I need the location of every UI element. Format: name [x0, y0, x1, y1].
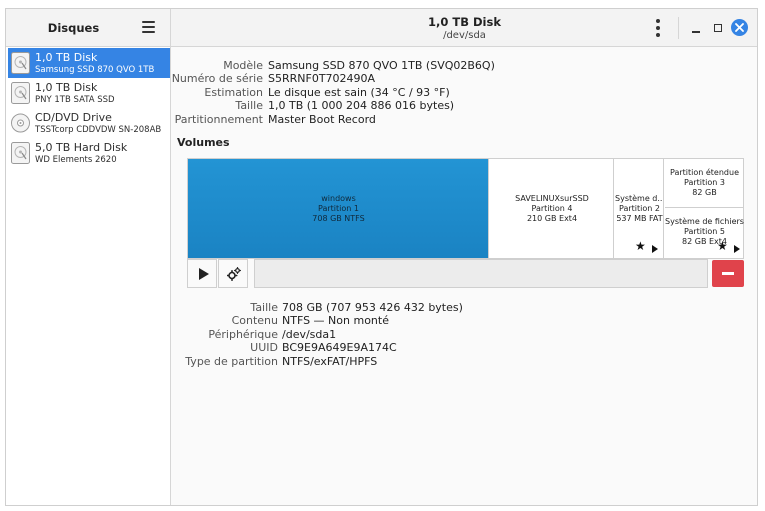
- boot-star-icon: ★: [717, 239, 728, 253]
- partitioning-value: Master Boot Record: [268, 113, 376, 126]
- partition-4-savelinux[interactable]: SAVELINUXsurSSD Partition 4 210 GB Ext4: [490, 159, 614, 258]
- disk-model: PNY 1TB SATA SSD: [35, 95, 115, 105]
- assessment-value: Le disque est sain (34 °C / 93 °F): [268, 86, 450, 99]
- header-bar: Disques 1,0 TB Disk /dev/sda: [6, 9, 757, 47]
- partition-type-label: Type de partition: [185, 355, 278, 368]
- serial-value: S5RRNF0T702490A: [268, 72, 376, 85]
- partition-name: Système d...: [615, 194, 664, 203]
- partition-3-extended[interactable]: Partition étendue Partition 3 82 GB: [665, 159, 744, 208]
- hard-disk-icon: [11, 82, 30, 104]
- partition-size: 708 GB NTFS: [312, 214, 365, 223]
- volumes-heading: Volumes: [177, 136, 230, 149]
- disk-name: 5,0 TB Hard Disk: [35, 141, 128, 154]
- disk-device-path: /dev/sda: [443, 30, 486, 41]
- partition-name: SAVELINUXsurSSD: [515, 194, 589, 203]
- partition-name: Système de fichiers: [665, 217, 744, 226]
- disk-details: Modèle Samsung SSD 870 QVO 1TB (SVQ02B6Q…: [172, 47, 757, 505]
- close-button[interactable]: [731, 19, 748, 36]
- partition-options-button[interactable]: [218, 259, 248, 288]
- partition-name: windows: [321, 194, 356, 203]
- assessment-label: Estimation: [204, 86, 263, 99]
- hamburger-menu-icon[interactable]: [142, 21, 156, 33]
- partition-size: 82 GB Ext4: [682, 237, 727, 246]
- disk-item-samsung[interactable]: 1,0 TB Disk Samsung SSD 870 QVO 1TB: [8, 48, 170, 78]
- serial-label: Numéro de série: [171, 72, 263, 85]
- boot-star-icon: ★: [635, 239, 646, 253]
- model-label: Modèle: [223, 59, 263, 72]
- maximize-button[interactable]: [708, 18, 728, 38]
- hard-disk-icon: [11, 52, 30, 74]
- delete-partition-button[interactable]: [712, 260, 744, 287]
- disk-name: 1,0 TB Disk: [35, 51, 98, 64]
- partition-1-windows[interactable]: windows Partition 1 708 GB NTFS: [188, 159, 489, 258]
- volume-uuid-label: UUID: [250, 341, 278, 354]
- partition-map: windows Partition 1 708 GB NTFS SAVELINU…: [187, 158, 744, 259]
- partition-number: Partition 4: [531, 204, 573, 213]
- disk-model: Samsung SSD 870 QVO 1TB: [35, 65, 155, 75]
- partition-size: 82 GB: [692, 188, 717, 197]
- partition-type-value: NTFS/exFAT/HPFS: [282, 355, 378, 368]
- sidebar-header: Disques: [6, 9, 171, 47]
- volume-content-label: Contenu: [231, 314, 278, 327]
- partition-name: Partition étendue: [669, 168, 739, 177]
- minus-icon: [722, 272, 734, 275]
- disks-window: Disques 1,0 TB Disk /dev/sda 1,0 TB Disk…: [5, 8, 758, 506]
- toolbar-spacer: [254, 259, 708, 288]
- disk-model: WD Elements 2620: [35, 155, 117, 165]
- partition-number: Partition 5: [684, 227, 725, 236]
- disk-list: 1,0 TB Disk Samsung SSD 870 QVO 1TB 1,0 …: [6, 47, 171, 505]
- volume-uuid-value: BC9E9A649E9A174C: [282, 341, 397, 354]
- volume-toolbar: [187, 259, 744, 288]
- volume-content-value: NTFS — Non monté: [282, 314, 389, 327]
- volume-size-label: Taille: [250, 301, 278, 314]
- minimize-button[interactable]: [686, 18, 706, 38]
- play-icon: [199, 268, 209, 280]
- size-label: Taille: [235, 99, 263, 112]
- mount-button[interactable]: [187, 259, 217, 288]
- header-separator: [678, 17, 679, 39]
- volume-device-label: Périphérique: [208, 328, 278, 341]
- gears-icon: [227, 267, 241, 281]
- kebab-menu-icon[interactable]: [654, 19, 662, 37]
- close-icon: [735, 23, 744, 32]
- partition-size: 537 MB FAT: [616, 214, 663, 223]
- partition-5-ext4[interactable]: Système de fichiers Partition 5 82 GB Ex…: [665, 209, 744, 258]
- partition-number: Partition 1: [318, 204, 359, 213]
- disk-name: CD/DVD Drive: [35, 111, 112, 124]
- size-value: 1,0 TB (1 000 204 886 016 bytes): [268, 99, 455, 112]
- partitioning-label: Partitionnement: [174, 113, 263, 126]
- optical-disc-icon: [11, 113, 30, 133]
- disk-model: TSSTcorp CDDVDW SN-208AB: [35, 125, 162, 135]
- disk-name: 1,0 TB Disk: [35, 81, 98, 94]
- volume-device-value: /dev/sda1: [282, 328, 337, 341]
- sidebar-title: Disques: [47, 21, 100, 35]
- window-title: 1,0 TB Disk /dev/sda: [172, 15, 757, 41]
- model-value: Samsung SSD 870 QVO 1TB (SVQ02B6Q): [268, 59, 495, 72]
- mounted-triangle-icon: [652, 245, 658, 253]
- partition-number: Partition 2: [619, 204, 660, 213]
- mounted-triangle-icon: [734, 245, 740, 253]
- partition-2-efi[interactable]: Système d... Partition 2 537 MB FAT ★: [615, 159, 664, 258]
- volume-size-value: 708 GB (707 953 426 432 bytes): [282, 301, 463, 314]
- partition-number: Partition 3: [684, 178, 725, 187]
- disk-item-pny[interactable]: 1,0 TB Disk PNY 1TB SATA SSD: [8, 78, 170, 108]
- disk-item-wd[interactable]: 5,0 TB Hard Disk WD Elements 2620: [8, 138, 170, 168]
- partition-size: 210 GB Ext4: [526, 214, 578, 223]
- disk-title: 1,0 TB Disk: [428, 15, 501, 29]
- disk-item-cdrom[interactable]: CD/DVD Drive TSSTcorp CDDVDW SN-208AB: [8, 108, 170, 138]
- hard-disk-icon: [11, 142, 30, 164]
